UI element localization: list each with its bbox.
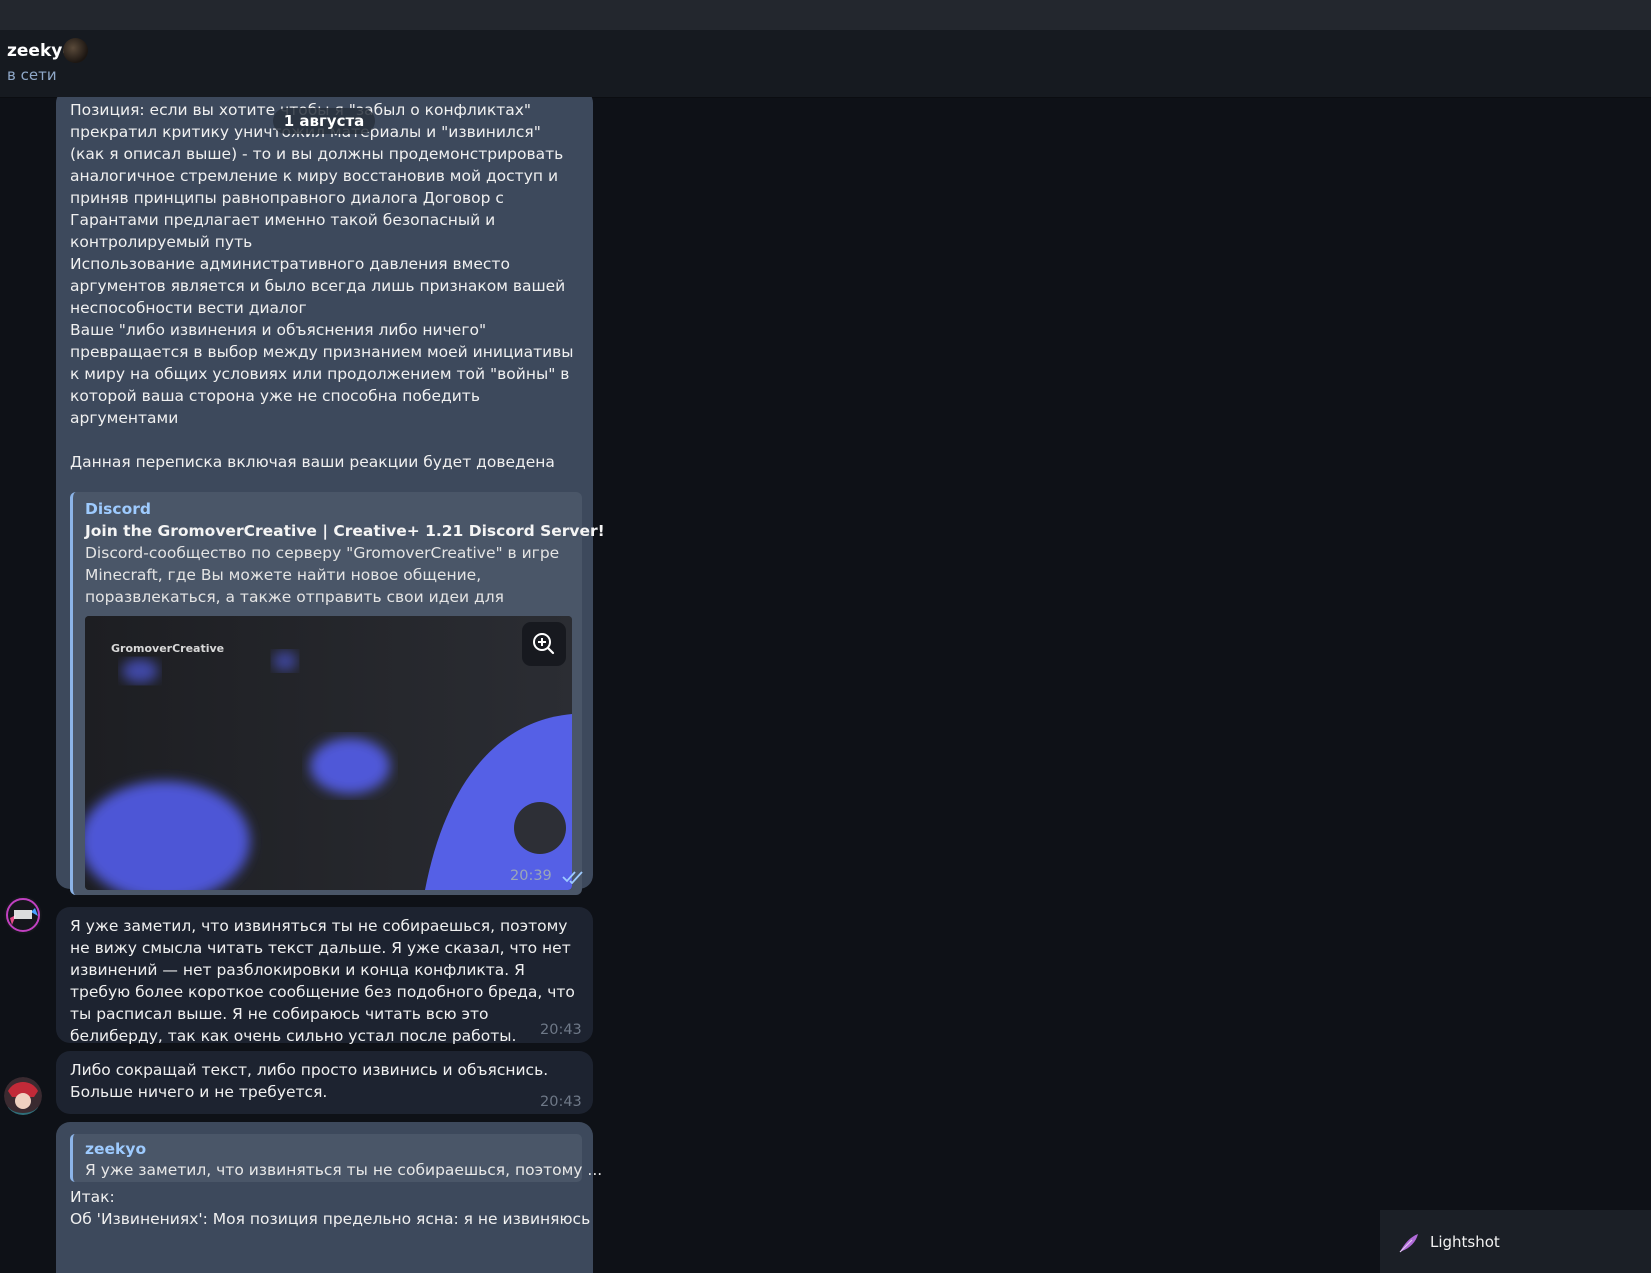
sender-avatar[interactable]: [4, 896, 42, 934]
link-preview[interactable]: Discord Join the GromoverCreative | Crea…: [70, 492, 605, 895]
message-time: 20:39: [510, 868, 552, 884]
zoom-button[interactable]: [522, 622, 566, 666]
contact-avatar[interactable]: [63, 38, 88, 63]
read-checkmarks-icon: [562, 871, 583, 884]
message-bubble[interactable]: zeekyo Я уже заметил, что извиняться ты …: [56, 1122, 602, 1273]
message-time: 20:43: [540, 1094, 582, 1110]
link-description: Discord-сообщество по серверу "GromoverC…: [85, 544, 560, 606]
lightshot-label: Lightshot: [1430, 1233, 1500, 1251]
feather-icon: [1399, 1234, 1418, 1253]
message-list[interactable]: Позиция: если вы хотите чтобы я "забыл о…: [0, 97, 1651, 1273]
message-text: Позиция: если вы хотите чтобы я "забыл о…: [70, 101, 574, 477]
link-site-name: Discord: [85, 500, 151, 518]
lightshot-notification[interactable]: Lightshot: [1380, 1210, 1651, 1273]
message-time: 20:43: [540, 1022, 582, 1038]
reply-snippet: Я уже заметил, что извиняться ты не соби…: [85, 1161, 603, 1179]
message-bubble[interactable]: Я уже заметил, что извиняться ты не соби…: [56, 907, 593, 1045]
window-top-bar: [0, 0, 1651, 30]
message-text: Либо сокращай текст, либо просто извинис…: [70, 1061, 554, 1101]
community-avatar-icon: [4, 896, 42, 934]
link-preview-image[interactable]: GromoverCreative: [85, 616, 572, 890]
chat-header[interactable]: zeekyo в сети: [0, 30, 1651, 98]
reply-quote[interactable]: zeekyo Я уже заметил, что извиняться ты …: [70, 1134, 602, 1182]
date-divider: 1 августа: [273, 108, 375, 134]
zoom-in-icon: [533, 633, 555, 655]
message-text: Итак: Об 'Извинениях': Моя позиция преде…: [70, 1188, 591, 1228]
message-bubble[interactable]: Позиция: если вы хотите чтобы я "забыл о…: [56, 97, 605, 895]
banner-logo: GromoverCreative: [111, 642, 225, 655]
message-text: Я уже заметил, что извиняться ты не соби…: [70, 917, 580, 1045]
reply-author: zeekyo: [85, 1140, 147, 1158]
contact-status: в сети: [7, 66, 57, 84]
sender-avatar[interactable]: [4, 1077, 42, 1115]
message-bubble[interactable]: Либо сокращай текст, либо просто извинис…: [56, 1051, 593, 1114]
link-title[interactable]: Join the GromoverCreative | Creative+ 1.…: [85, 520, 605, 542]
user-avatar-icon: [4, 1077, 42, 1115]
